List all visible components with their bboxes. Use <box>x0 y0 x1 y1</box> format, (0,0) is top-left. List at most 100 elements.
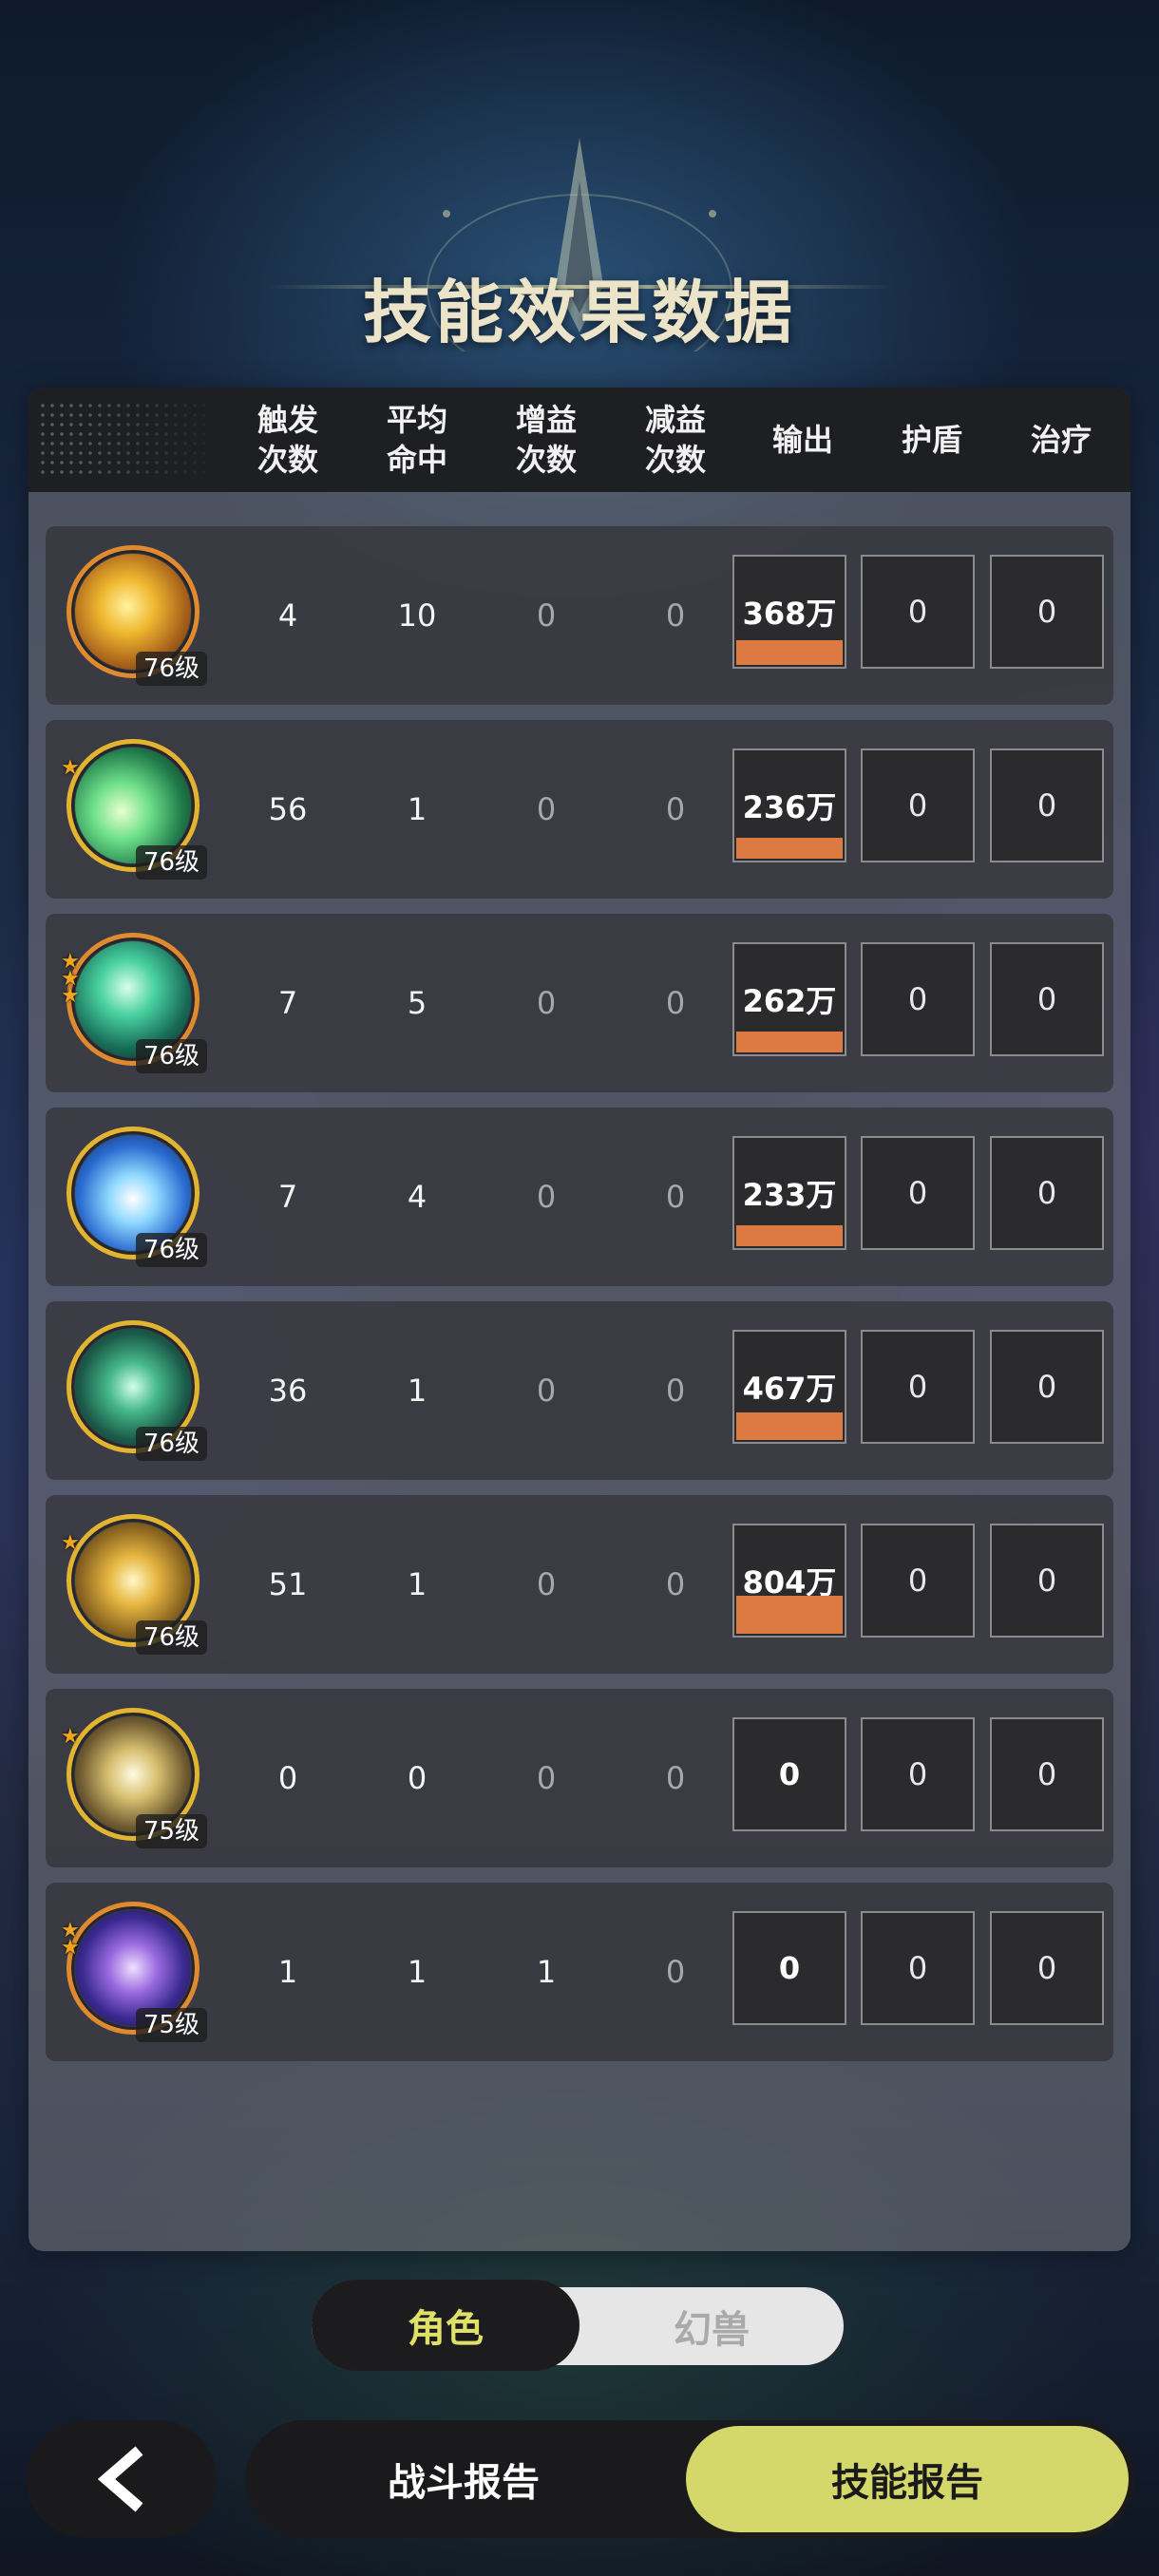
trigger-value: 4 <box>277 597 298 634</box>
output-value: 368万 <box>742 596 837 632</box>
header-shield: 护盾 <box>901 422 962 458</box>
header-buff-count: 增益 次数 <box>515 402 577 478</box>
shield-cell: 0 <box>861 1136 975 1250</box>
output-cell: 804万 <box>732 1524 846 1638</box>
trigger-value: 0 <box>277 1760 298 1796</box>
heal-value: 0 <box>1036 1756 1057 1792</box>
heal-cell: 0 <box>990 942 1104 1056</box>
lightning-skill-icon[interactable]: 76级 <box>66 545 207 686</box>
hit-value: 1 <box>407 1566 428 1602</box>
golden-arrow-skill-icon[interactable]: 75级 ★ <box>61 1708 207 1848</box>
trigger-value: 7 <box>277 1179 298 1215</box>
skill-row: 76级 4 10 0 0 368万 0 0 <box>46 526 1113 705</box>
green-wave-skill-icon[interactable]: 76级 ★ ★ ★ <box>61 933 207 1073</box>
toggle-beast-tab[interactable]: 幻兽 <box>580 2287 844 2365</box>
green-orb-skill-icon[interactable]: 76级 <box>66 1320 207 1461</box>
shield-cell: 0 <box>861 1524 975 1638</box>
table-header: 触发 次数 平均 命中 增益 次数 减益 次数 输出 护盾 治疗 <box>28 388 1130 492</box>
heal-value: 0 <box>1036 1369 1057 1405</box>
output-bar <box>736 1596 843 1634</box>
heal-value: 0 <box>1036 594 1057 630</box>
trigger-value: 56 <box>268 791 308 827</box>
shield-value: 0 <box>907 1369 928 1405</box>
chevron-left-icon <box>97 2446 143 2512</box>
buff-value: 0 <box>536 1373 557 1409</box>
heal-cell: 0 <box>990 748 1104 862</box>
hit-value: 1 <box>407 1373 428 1409</box>
level-badge: 76级 <box>135 1427 207 1461</box>
debuff-value: 0 <box>665 1373 686 1409</box>
shield-value: 0 <box>907 787 928 824</box>
star-icon: ★ <box>61 984 80 1008</box>
heal-cell: 0 <box>990 1136 1104 1250</box>
hit-value: 0 <box>407 1760 428 1796</box>
output-value: 0 <box>778 1950 801 1986</box>
title-area: 技能效果数据 <box>0 123 1159 352</box>
star-rank: ★ ★ ★ <box>61 952 89 1008</box>
shield-value: 0 <box>907 1756 928 1792</box>
heal-value: 0 <box>1036 1950 1057 1986</box>
output-bar <box>736 640 843 665</box>
debuff-value: 0 <box>665 1566 686 1602</box>
heal-cell: 0 <box>990 1717 1104 1831</box>
skill-row: 75级 ★ 0 0 0 0 0 0 0 <box>46 1689 1113 1867</box>
shield-value: 0 <box>907 981 928 1017</box>
trigger-value: 36 <box>268 1373 308 1409</box>
header-heal: 治疗 <box>1030 422 1092 458</box>
level-badge: 76级 <box>135 652 207 686</box>
output-value: 233万 <box>742 1177 837 1213</box>
buff-value: 0 <box>536 985 557 1021</box>
heal-value: 0 <box>1036 1175 1057 1211</box>
shield-cell: 0 <box>861 1330 975 1444</box>
buff-value: 0 <box>536 1760 557 1796</box>
buff-value: 0 <box>536 597 557 634</box>
battle-report-button[interactable]: 战斗报告 <box>245 2420 682 2538</box>
shield-cell: 0 <box>861 1717 975 1831</box>
heal-value: 0 <box>1036 1563 1057 1599</box>
purple-sphere-skill-icon[interactable]: 75级 ★ ★ <box>61 1902 207 2042</box>
heal-cell: 0 <box>990 1524 1104 1638</box>
level-badge: 76级 <box>135 845 207 880</box>
shield-cell: 0 <box>861 942 975 1056</box>
star-rank: ★ <box>61 1727 89 1748</box>
level-badge: 75级 <box>135 1814 207 1848</box>
star-icon: ★ <box>61 1936 80 1960</box>
skill-row: 76级 ★ ★ ★ 7 5 0 0 262万 0 0 <box>46 914 1113 1092</box>
skill-row: 75级 ★ ★ 1 1 1 0 0 0 0 <box>46 1883 1113 2061</box>
buff-value: 0 <box>536 1566 557 1602</box>
star-rank: ★ <box>61 1533 89 1554</box>
report-tabs: 战斗报告 技能报告 <box>245 2420 1134 2538</box>
header-trigger-count: 触发 次数 <box>256 402 318 478</box>
heal-cell: 0 <box>990 555 1104 669</box>
shield-value: 0 <box>907 1563 928 1599</box>
shield-cell: 0 <box>861 555 975 669</box>
output-bar <box>736 1412 843 1440</box>
trigger-value: 7 <box>277 985 298 1021</box>
output-value: 236万 <box>742 789 837 825</box>
shield-value: 0 <box>907 594 928 630</box>
back-button[interactable] <box>27 2420 217 2538</box>
golden-burst-skill-icon[interactable]: 76级 ★ <box>61 1514 207 1655</box>
skill-row: 76级 36 1 0 0 467万 0 0 <box>46 1301 1113 1480</box>
debuff-value: 0 <box>665 1954 686 1990</box>
debuff-value: 0 <box>665 1760 686 1796</box>
header-average-hit: 平均 命中 <box>386 402 447 478</box>
buff-value: 0 <box>536 791 557 827</box>
skill-row: 76级 7 4 0 0 233万 0 0 <box>46 1108 1113 1286</box>
shield-value: 0 <box>907 1950 928 1986</box>
role-beast-toggle[interactable]: 角色 幻兽 <box>312 2280 844 2371</box>
ice-burst-skill-icon[interactable]: 76级 <box>66 1127 207 1267</box>
heal-cell: 0 <box>990 1330 1104 1444</box>
skill-data-panel: 触发 次数 平均 命中 增益 次数 减益 次数 输出 护盾 治疗 76级 4 10 0… <box>28 388 1130 2251</box>
toggle-role-tab[interactable]: 角色 <box>312 2280 580 2371</box>
buff-value: 1 <box>536 1954 557 1990</box>
output-value: 262万 <box>742 983 837 1019</box>
debuff-value: 0 <box>665 1179 686 1215</box>
hit-value: 10 <box>397 597 437 634</box>
output-cell: 262万 <box>732 942 846 1056</box>
hit-value: 5 <box>407 985 428 1021</box>
skill-report-button[interactable]: 技能报告 <box>686 2426 1129 2532</box>
output-value: 0 <box>778 1756 801 1792</box>
skill-row: 76级 ★ 51 1 0 0 804万 0 0 <box>46 1495 1113 1674</box>
green-slash-skill-icon[interactable]: 76级 ★ <box>61 739 207 880</box>
